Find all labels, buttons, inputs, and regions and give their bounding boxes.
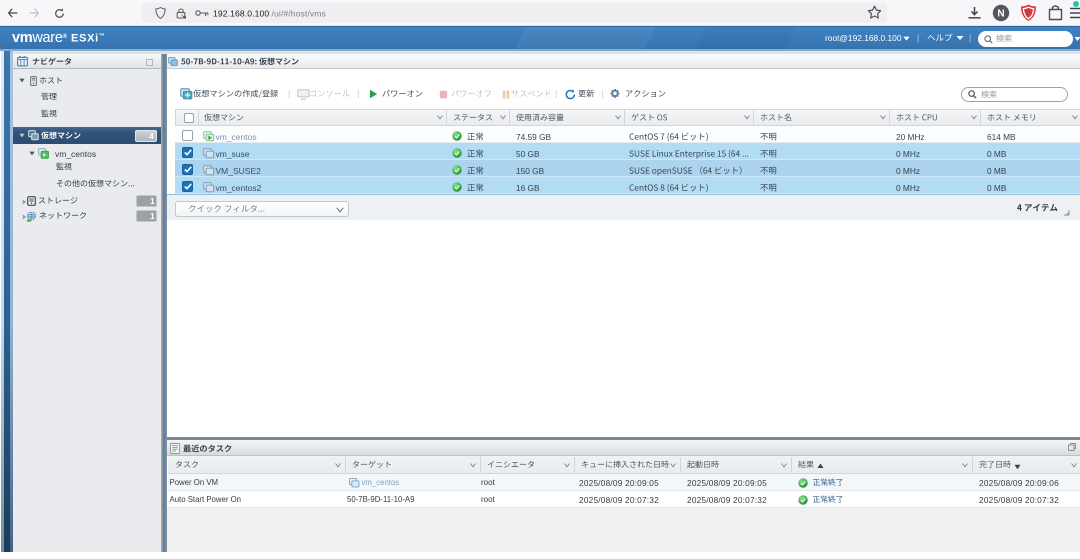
svg-text:N: N <box>997 9 1004 20</box>
